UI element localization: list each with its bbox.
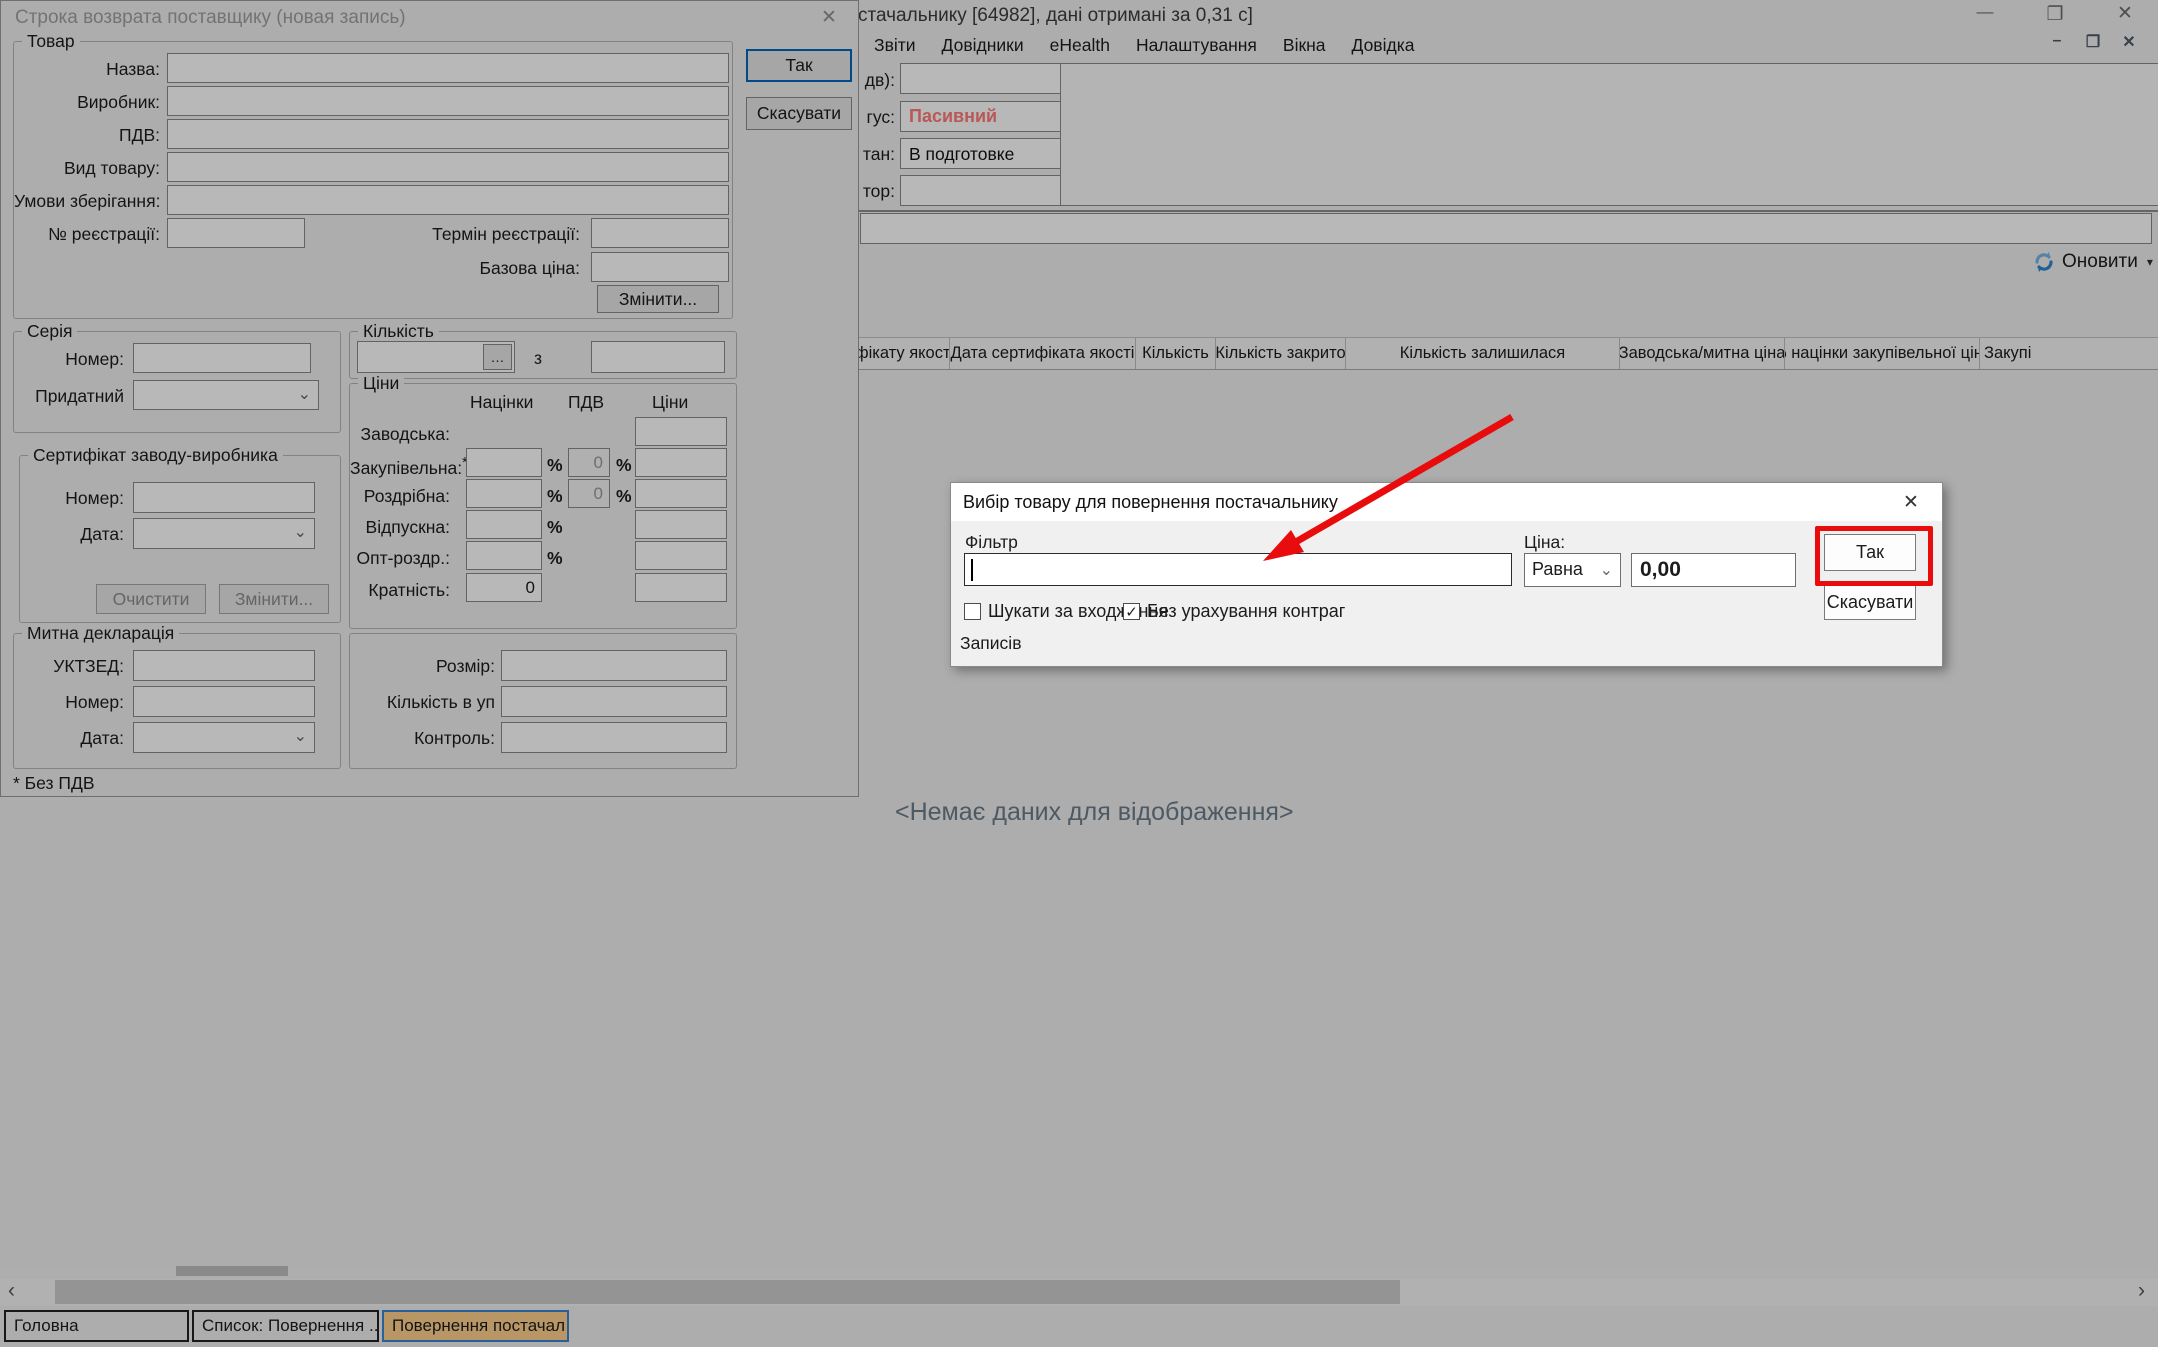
- modal-dim-overlay: [0, 0, 2158, 1347]
- chevron-down-icon: ⌄: [1600, 560, 1613, 580]
- modal-title: Вибір товару для повернення постачальник…: [963, 492, 1338, 513]
- ignore-contractor-checkbox[interactable]: ✓ Без урахування контраг: [1123, 601, 1345, 622]
- product-select-modal: Вибір товару для повернення постачальник…: [950, 482, 1943, 667]
- checkbox-unchecked-icon[interactable]: [964, 603, 981, 620]
- records-count-label: Записів: [960, 633, 1022, 654]
- filter-label: Фільтр: [965, 532, 1018, 553]
- screen: стачальнику [64982], дані отримані за 0,…: [0, 0, 2158, 1347]
- close-icon[interactable]: ✕: [1903, 491, 1919, 514]
- price-operator-select[interactable]: Равна ⌄: [1524, 553, 1621, 587]
- modal-cancel-button[interactable]: Скасувати: [1824, 584, 1916, 620]
- price-label: Ціна:: [1524, 532, 1565, 553]
- ok-button-highlight-box: [1815, 526, 1933, 586]
- modal-title-bar[interactable]: Вибір товару для повернення постачальник…: [951, 483, 1942, 521]
- text-cursor: [971, 559, 973, 581]
- checkbox-checked-icon[interactable]: ✓: [1123, 603, 1140, 620]
- filter-input[interactable]: [964, 553, 1512, 586]
- price-value-input[interactable]: 0,00: [1631, 553, 1796, 587]
